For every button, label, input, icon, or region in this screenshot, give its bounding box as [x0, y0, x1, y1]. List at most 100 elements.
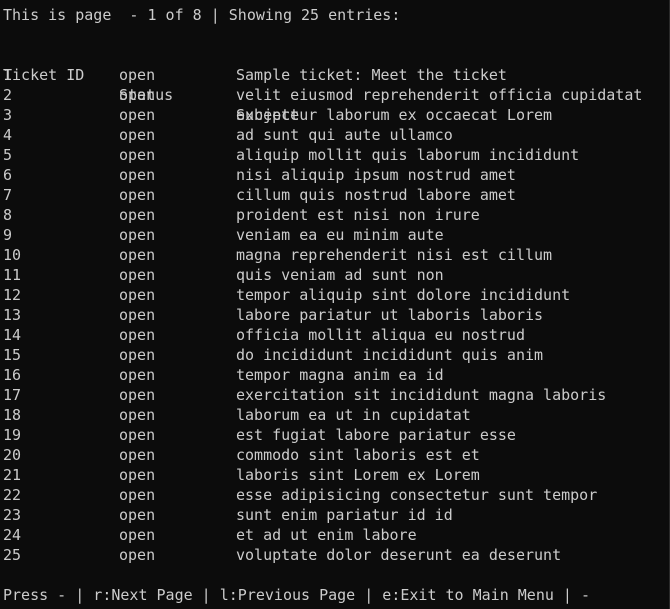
table-row: 3 open excepteur laborum ex occaecat Lorem	[3, 105, 663, 125]
table-row: 13 open labore pariatur ut laboris laboris	[3, 305, 663, 325]
status-cell: open	[119, 546, 156, 564]
ticket-id-cell: 18	[3, 406, 22, 424]
table-row: 14 open officia mollit aliqua eu nostrud	[3, 325, 663, 345]
ticket-id-cell: 11	[3, 266, 22, 284]
subject-cell: aliquip mollit quis laborum incididunt	[236, 146, 580, 164]
ticket-id-cell: 1	[3, 66, 13, 84]
subject-cell: et ad ut enim labore	[236, 526, 417, 544]
table-row: 10 open magna reprehenderit nisi est cillu…	[3, 245, 663, 265]
ticket-id-cell: 23	[3, 506, 22, 524]
status-cell: open	[119, 266, 156, 284]
ticket-id-cell: 24	[3, 526, 22, 544]
ticket-id-cell: 13	[3, 306, 22, 324]
table-row: 25 open voluptate dolor deserunt ea deseru…	[3, 545, 663, 565]
table-row: 1 open Sample ticket: Meet the ticket	[3, 65, 663, 85]
ticket-id-cell: 3	[3, 106, 13, 124]
subject-cell: Sample ticket: Meet the ticket	[236, 66, 507, 84]
subject-cell: quis veniam ad sunt non	[236, 266, 444, 284]
ticket-id-cell: 10	[3, 246, 22, 264]
ticket-id-cell: 8	[3, 206, 13, 224]
status-cell: open	[119, 426, 156, 444]
table-row: 7 open cillum quis nostrud labore amet	[3, 185, 663, 205]
subject-cell: laborum ea ut in cupidatat	[236, 406, 471, 424]
table-row: 4 open ad sunt qui aute ullamco	[3, 125, 663, 145]
status-cell: open	[119, 326, 156, 344]
ticket-id-cell: 15	[3, 346, 22, 364]
table-row: 20 open commodo sint laboris est et	[3, 445, 663, 465]
table-row: 11 open quis veniam ad sunt non	[3, 265, 663, 285]
table-row: 9 open veniam ea eu minim aute	[3, 225, 663, 245]
status-cell: open	[119, 166, 156, 184]
table-row: 6 open nisi aliquip ipsum nostrud amet	[3, 165, 663, 185]
ticket-id-cell: 7	[3, 186, 13, 204]
subject-cell: do incididunt incididunt quis anim	[236, 346, 544, 364]
status-cell: open	[119, 406, 156, 424]
subject-cell: tempor aliquip sint dolore incididunt	[236, 286, 571, 304]
table-row: 17 open exercitation sit incididunt magna …	[3, 385, 663, 405]
status-cell: open	[119, 346, 156, 364]
page-info: This is page - 1 of 8 | Showing 25 entri…	[3, 6, 401, 24]
status-cell: open	[119, 286, 156, 304]
status-cell: open	[119, 466, 156, 484]
table-row: 5 open aliquip mollit quis laborum incidid…	[3, 145, 663, 165]
ticket-id-cell: 19	[3, 426, 22, 444]
subject-cell: exercitation sit incididunt magna labori…	[236, 386, 607, 404]
subject-cell: nisi aliquip ipsum nostrud amet	[236, 166, 516, 184]
subject-cell: ad sunt qui aute ullamco	[236, 126, 453, 144]
ticket-id-cell: 20	[3, 446, 22, 464]
status-cell: open	[119, 206, 156, 224]
ticket-id-cell: 4	[3, 126, 13, 144]
ticket-id-cell: 14	[3, 326, 22, 344]
status-cell: open	[119, 526, 156, 544]
subject-cell: veniam ea eu minim aute	[236, 226, 444, 244]
ticket-id-cell: 22	[3, 486, 22, 504]
status-cell: open	[119, 486, 156, 504]
table-row: 16 open tempor magna anim ea id	[3, 365, 663, 385]
table-header: Ticket ID Status Subject	[3, 45, 663, 124]
subject-cell: esse adipisicing consectetur sunt tempor	[236, 486, 598, 504]
subject-cell: commodo sint laboris est et	[236, 446, 480, 464]
table-row: 8 open proident est nisi non irure	[3, 205, 663, 225]
status-cell: open	[119, 446, 156, 464]
table-row: 23 open sunt enim pariatur id id	[3, 505, 663, 525]
subject-cell: laboris sint Lorem ex Lorem	[236, 466, 480, 484]
subject-cell: officia mollit aliqua eu nostrud	[236, 326, 525, 344]
subject-cell: magna reprehenderit nisi est cillum	[236, 246, 553, 264]
subject-cell: excepteur laborum ex occaecat Lorem	[236, 106, 553, 124]
subject-cell: tempor magna anim ea id	[236, 366, 444, 384]
status-cell: open	[119, 126, 156, 144]
subject-cell: sunt enim pariatur id id	[236, 506, 453, 524]
status-cell: open	[119, 66, 156, 84]
ticket-id-cell: 2	[3, 86, 13, 104]
status-cell: open	[119, 106, 156, 124]
subject-cell: proident est nisi non irure	[236, 206, 480, 224]
table-row: 22 open esse adipisicing consectetur sunt …	[3, 485, 663, 505]
subject-cell: cillum quis nostrud labore amet	[236, 186, 516, 204]
status-cell: open	[119, 246, 156, 264]
table-row: 15 open do incididunt incididunt quis anim	[3, 345, 663, 365]
ticket-id-cell: 9	[3, 226, 13, 244]
ticket-id-cell: 17	[3, 386, 22, 404]
ticket-id-cell: 5	[3, 146, 13, 164]
ticket-id-cell: 16	[3, 366, 22, 384]
subject-cell: labore pariatur ut laboris laboris	[236, 306, 544, 324]
subject-cell: est fugiat labore pariatur esse	[236, 426, 516, 444]
terminal-window: This is page - 1 of 8 | Showing 25 entri…	[0, 0, 670, 609]
status-cell: open	[119, 186, 156, 204]
table-row: 18 open laborum ea ut in cupidatat	[3, 405, 663, 425]
status-cell: open	[119, 386, 156, 404]
status-cell: open	[119, 86, 156, 104]
status-cell: open	[119, 146, 156, 164]
status-cell: open	[119, 366, 156, 384]
command-prompt: Press - | r:Next Page | l:Previous Page …	[3, 586, 590, 604]
table-row: 19 open est fugiat labore pariatur esse	[3, 425, 663, 445]
status-cell: open	[119, 306, 156, 324]
ticket-id-cell: 6	[3, 166, 13, 184]
status-cell: open	[119, 506, 156, 524]
subject-cell: velit eiusmod reprehenderit officia cupi…	[236, 86, 643, 104]
subject-cell: voluptate dolor deserunt ea deserunt	[236, 546, 562, 564]
table-row: 24 open et ad ut enim labore	[3, 525, 663, 545]
table-row: 21 open laboris sint Lorem ex Lorem	[3, 465, 663, 485]
status-cell: open	[119, 226, 156, 244]
ticket-id-cell: 12	[3, 286, 22, 304]
